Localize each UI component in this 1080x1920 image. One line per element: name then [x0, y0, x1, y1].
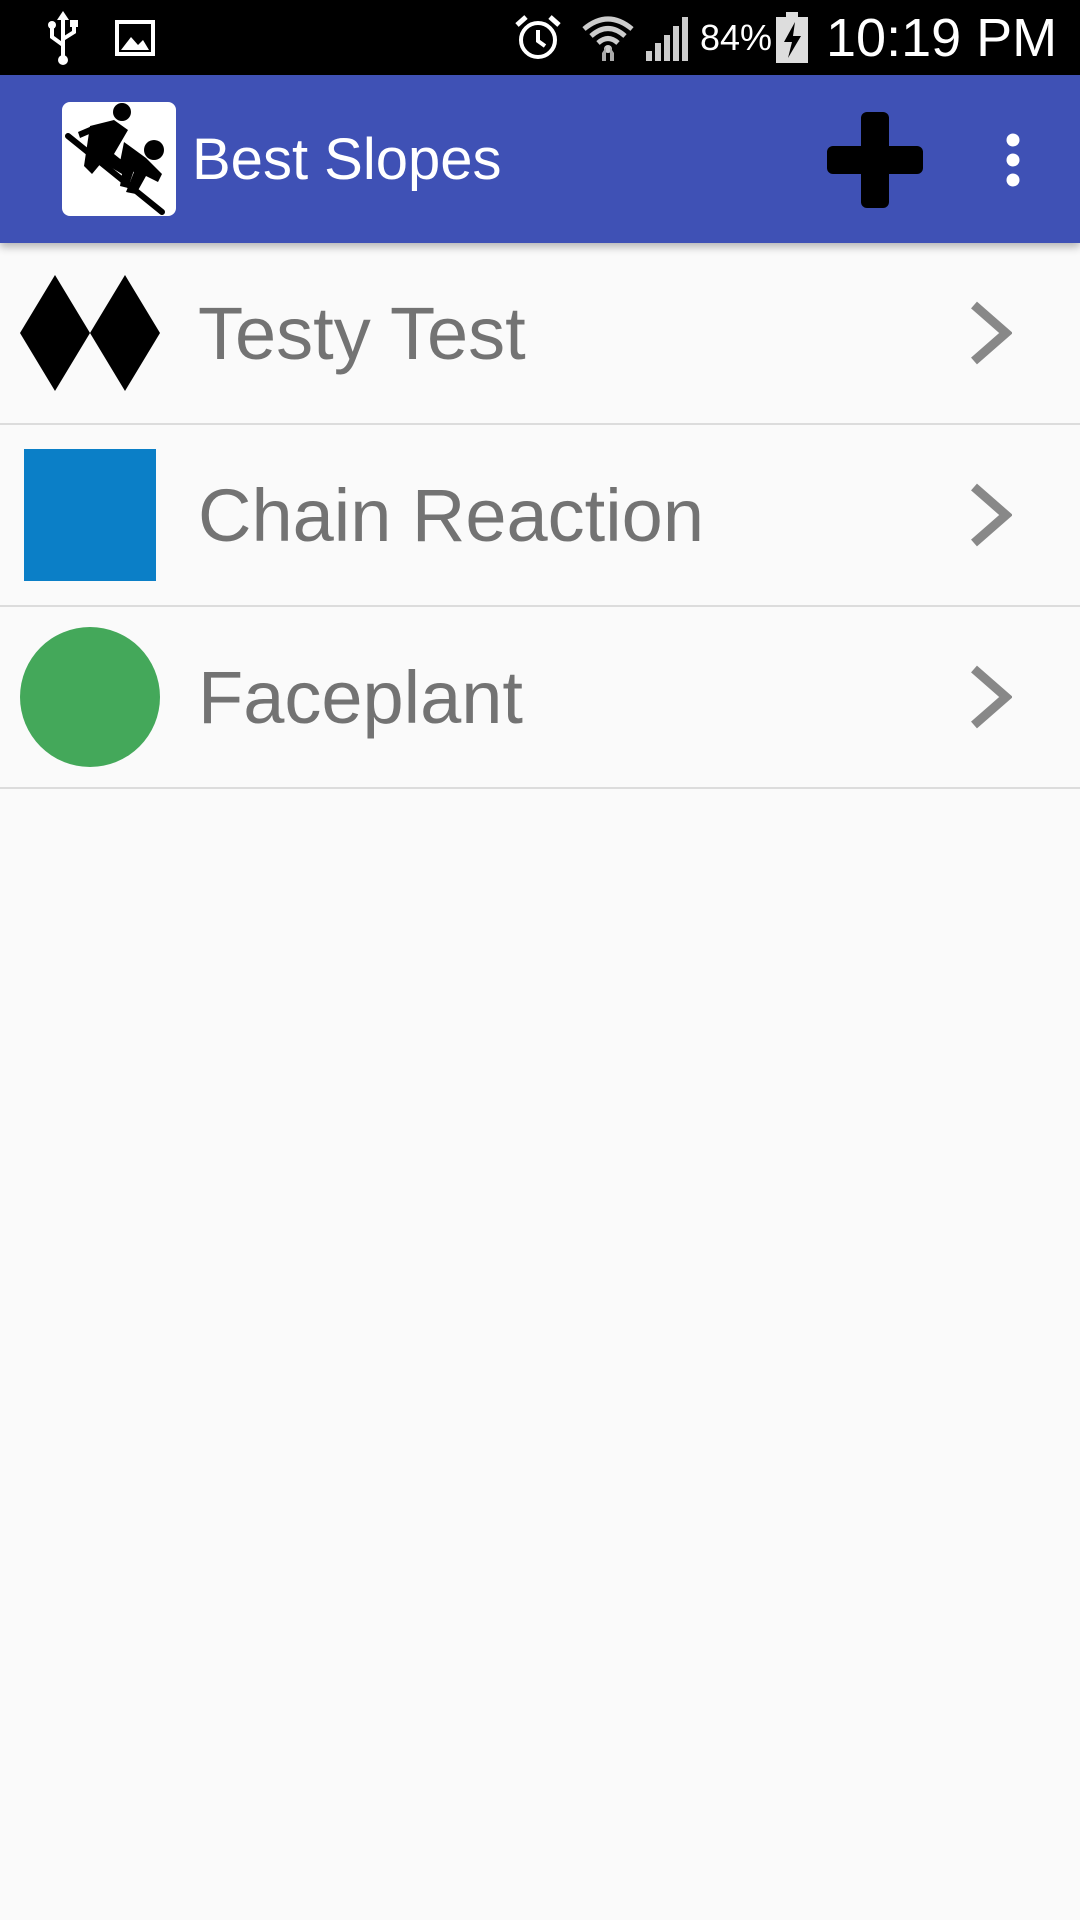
battery-charging-icon	[772, 0, 812, 75]
signal-icon	[642, 0, 694, 75]
list-item[interactable]: Chain Reaction	[0, 425, 1080, 607]
wifi-icon	[578, 0, 638, 75]
image-icon	[112, 0, 158, 75]
battery-percent: 84%	[700, 16, 773, 58]
add-icon	[827, 112, 923, 208]
chevron-right-icon	[955, 425, 1025, 605]
add-button[interactable]	[820, 105, 930, 215]
slope-name: Chain Reaction	[198, 473, 704, 557]
chevron-right-icon	[955, 607, 1025, 787]
slopes-list: Testy Test Chain Reaction Faceplant	[0, 243, 1080, 789]
usb-icon	[38, 0, 88, 75]
clock: 10:19 PM	[826, 7, 1058, 68]
overflow-menu-button[interactable]	[985, 105, 1041, 215]
status-bar: 84% 10:19 PM	[0, 0, 1080, 75]
slope-name: Faceplant	[198, 655, 523, 739]
slope-name: Testy Test	[198, 291, 526, 375]
app-bar: Best Slopes	[0, 75, 1080, 243]
chevron-right-icon	[955, 243, 1025, 423]
snowboarder-icon	[62, 102, 176, 216]
green-circle-icon	[16, 607, 164, 787]
alarm-icon	[510, 0, 566, 75]
overflow-menu-icon	[1006, 133, 1020, 187]
blue-square-icon	[16, 425, 164, 605]
app-title: Best Slopes	[192, 126, 502, 192]
list-item[interactable]: Faceplant	[0, 607, 1080, 789]
list-item[interactable]: Testy Test	[0, 243, 1080, 425]
double-black-diamond-icon	[16, 243, 164, 423]
